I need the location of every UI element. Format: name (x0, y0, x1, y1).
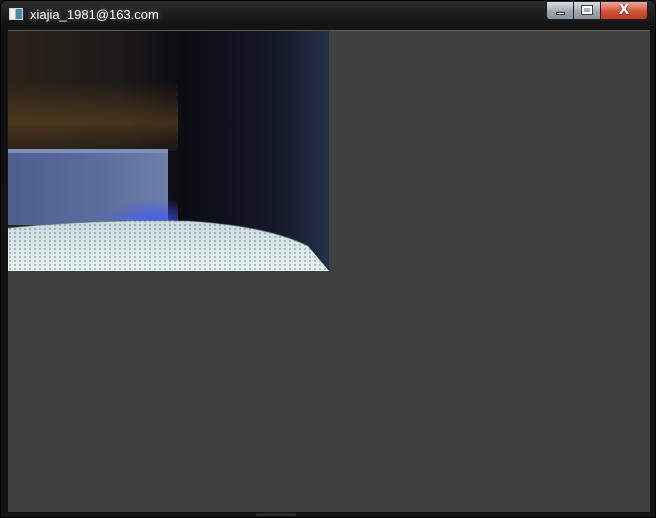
window-controls: X (546, 2, 648, 20)
maximize-button[interactable] (574, 2, 601, 20)
window-bottom-edge (256, 513, 296, 516)
window-client-area (8, 30, 650, 512)
minimize-icon (556, 12, 565, 15)
window-title: xiajia_1981@163.com (30, 7, 159, 22)
title-bar[interactable]: xiajia_1981@163.com X (1, 1, 655, 29)
camera-video-frame (8, 31, 329, 271)
close-button[interactable]: X (601, 2, 648, 20)
camera-frame-image (8, 31, 329, 271)
minimize-button[interactable] (546, 2, 574, 20)
window-app-icon[interactable] (9, 8, 23, 20)
maximize-icon (581, 5, 593, 15)
close-icon: X (618, 2, 630, 18)
app-window: xiajia_1981@163.com X (0, 0, 656, 518)
